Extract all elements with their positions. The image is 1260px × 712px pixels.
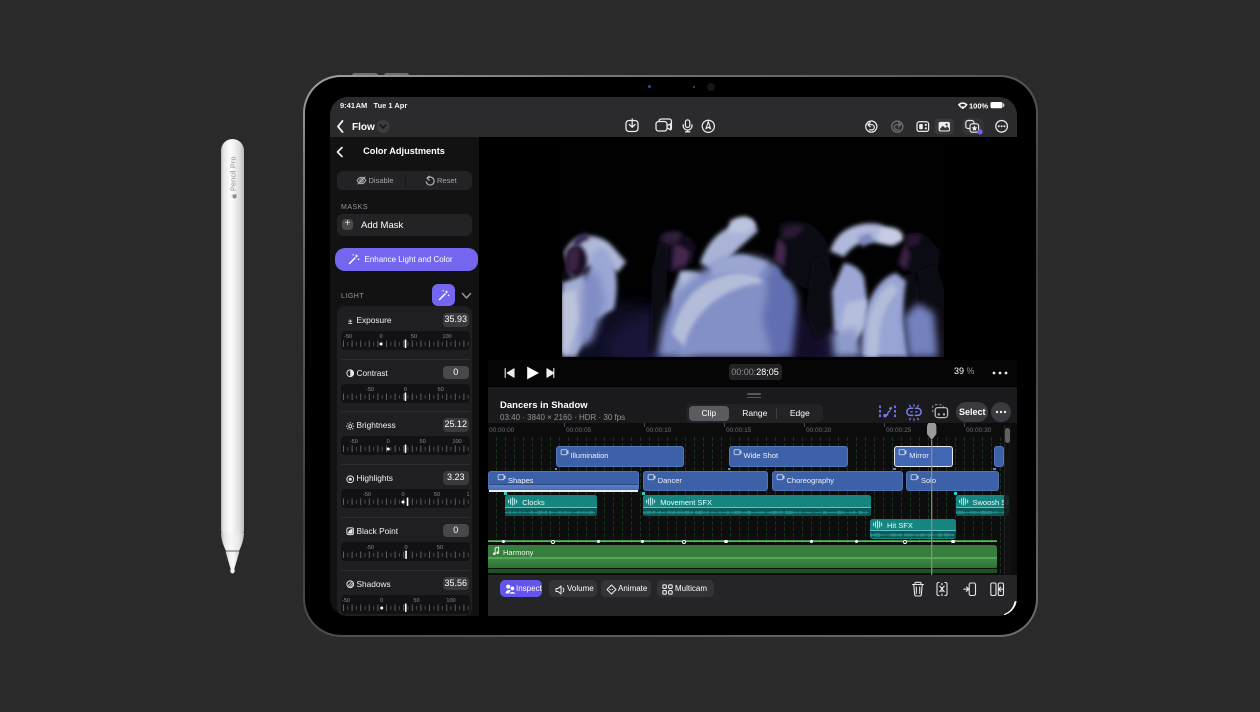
svg-text:0: 0 [404, 387, 407, 393]
svg-text:100: 100 [446, 598, 455, 604]
svg-text:0: 0 [380, 598, 383, 604]
svg-text:0: 0 [401, 492, 404, 498]
svg-text:0: 0 [379, 334, 382, 340]
svg-text:50: 50 [437, 387, 443, 393]
svg-text:-50: -50 [366, 387, 374, 393]
svg-text:100%: 100% [969, 101, 989, 110]
svg-text:-50: -50 [363, 492, 371, 498]
svg-text:50: 50 [413, 598, 419, 604]
svg-text:-50: -50 [350, 439, 358, 445]
svg-text:Flow: Flow [352, 122, 375, 133]
svg-text:-50: -50 [342, 598, 350, 604]
svg-text:0: 0 [387, 439, 390, 445]
svg-text:1: 1 [466, 492, 469, 498]
svg-text:50: 50 [434, 492, 440, 498]
svg-text:50: 50 [411, 334, 417, 340]
svg-text:50: 50 [419, 439, 425, 445]
svg-text:50: 50 [437, 545, 443, 551]
svg-text:-50: -50 [344, 334, 352, 340]
svg-text:100: 100 [452, 439, 461, 445]
svg-text:-50: -50 [366, 545, 374, 551]
svg-text:100: 100 [442, 334, 451, 340]
svg-text:0: 0 [404, 545, 407, 551]
svg-text:±: ± [348, 317, 353, 325]
